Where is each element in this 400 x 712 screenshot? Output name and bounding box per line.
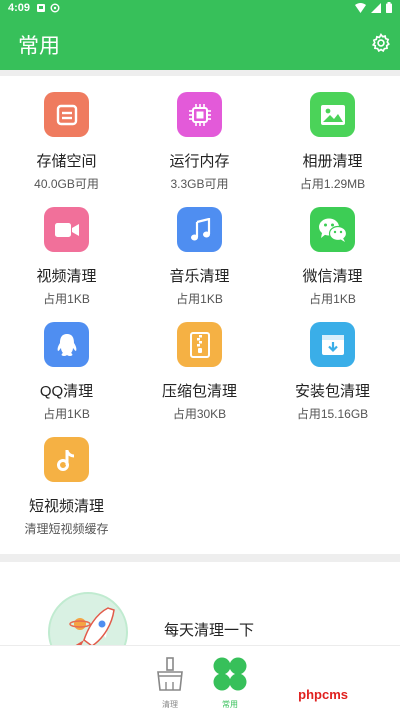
tool-name: 相册清理	[302, 153, 363, 170]
tool-memory[interactable]: 运行内存 3.3GB可用	[133, 76, 266, 191]
tools-grid: 存储空间 40.0GB可用 运行内存 3.3GB可用 相册清理 占用1.29MB…	[0, 76, 400, 554]
settings-gear-icon[interactable]	[370, 32, 392, 54]
tool-apk[interactable]: 安装包清理 占用15.16GB	[266, 306, 399, 421]
video-camera-icon	[44, 207, 89, 252]
tool-name: QQ清理	[39, 383, 94, 400]
watermark-text: phpcms	[298, 687, 348, 702]
signal-icon	[371, 2, 381, 13]
tool-album[interactable]: 相册清理 占用1.29MB	[266, 76, 399, 191]
promo-text: 每天清理一下	[164, 622, 255, 639]
tiktok-icon	[44, 437, 89, 482]
apk-package-icon	[310, 322, 355, 367]
photo-icon	[310, 92, 355, 137]
tool-name: 视频清理	[36, 268, 97, 285]
nav-label: 清理	[162, 700, 178, 709]
clover-icon	[213, 657, 247, 691]
sync-icon	[50, 3, 60, 13]
tool-detail: 40.0GB可用	[34, 177, 99, 191]
tool-detail: 占用30KB	[172, 407, 227, 421]
tool-name: 安装包清理	[294, 383, 370, 400]
tool-detail: 3.3GB可用	[170, 177, 229, 191]
status-time: 4:09	[8, 2, 31, 14]
tool-detail: 清理短视频缓存	[24, 522, 109, 536]
bottom-nav: 清理 常用 phpcms	[0, 645, 400, 712]
tool-wechat[interactable]: 微信清理 占用1KB	[266, 191, 399, 306]
tool-detail: 占用1KB	[43, 292, 90, 306]
memory-chip-icon	[177, 92, 222, 137]
storage-icon	[44, 92, 89, 137]
nav-clean[interactable]: 清理	[145, 656, 195, 710]
tool-name: 压缩包清理	[161, 383, 237, 400]
tool-name: 存储空间	[36, 153, 97, 170]
tool-name: 微信清理	[302, 268, 363, 285]
tool-detail: 占用1KB	[176, 292, 223, 306]
zip-archive-icon	[177, 322, 222, 367]
tool-video[interactable]: 视频清理 占用1KB	[0, 191, 133, 306]
tool-name: 短视频清理	[28, 498, 104, 515]
tool-qq[interactable]: QQ清理 占用1KB	[0, 306, 133, 421]
broom-icon	[157, 657, 183, 691]
tool-storage[interactable]: 存储空间 40.0GB可用	[0, 76, 133, 191]
nav-common[interactable]: 常用	[205, 656, 255, 710]
tool-name: 运行内存	[169, 153, 230, 170]
status-bar: 4:09	[0, 0, 400, 18]
tool-short-video[interactable]: 短视频清理 清理短视频缓存	[0, 421, 133, 536]
tool-zip[interactable]: 压缩包清理 占用30KB	[133, 306, 266, 421]
tool-detail: 占用15.16GB	[296, 407, 369, 421]
tool-detail: 占用1KB	[43, 407, 90, 421]
tool-name: 音乐清理	[169, 268, 230, 285]
app-bar: 常用	[0, 18, 400, 70]
tool-detail: 占用1.29MB	[299, 177, 366, 191]
tool-detail: 占用1KB	[309, 292, 356, 306]
wifi-icon	[355, 2, 366, 13]
notification-icon	[37, 4, 45, 12]
qq-icon	[44, 322, 89, 367]
page-title: 常用	[18, 35, 60, 58]
music-note-icon	[177, 207, 222, 252]
nav-label: 常用	[222, 700, 238, 709]
battery-icon	[386, 2, 392, 13]
tool-music[interactable]: 音乐清理 占用1KB	[133, 191, 266, 306]
wechat-icon	[310, 207, 355, 252]
